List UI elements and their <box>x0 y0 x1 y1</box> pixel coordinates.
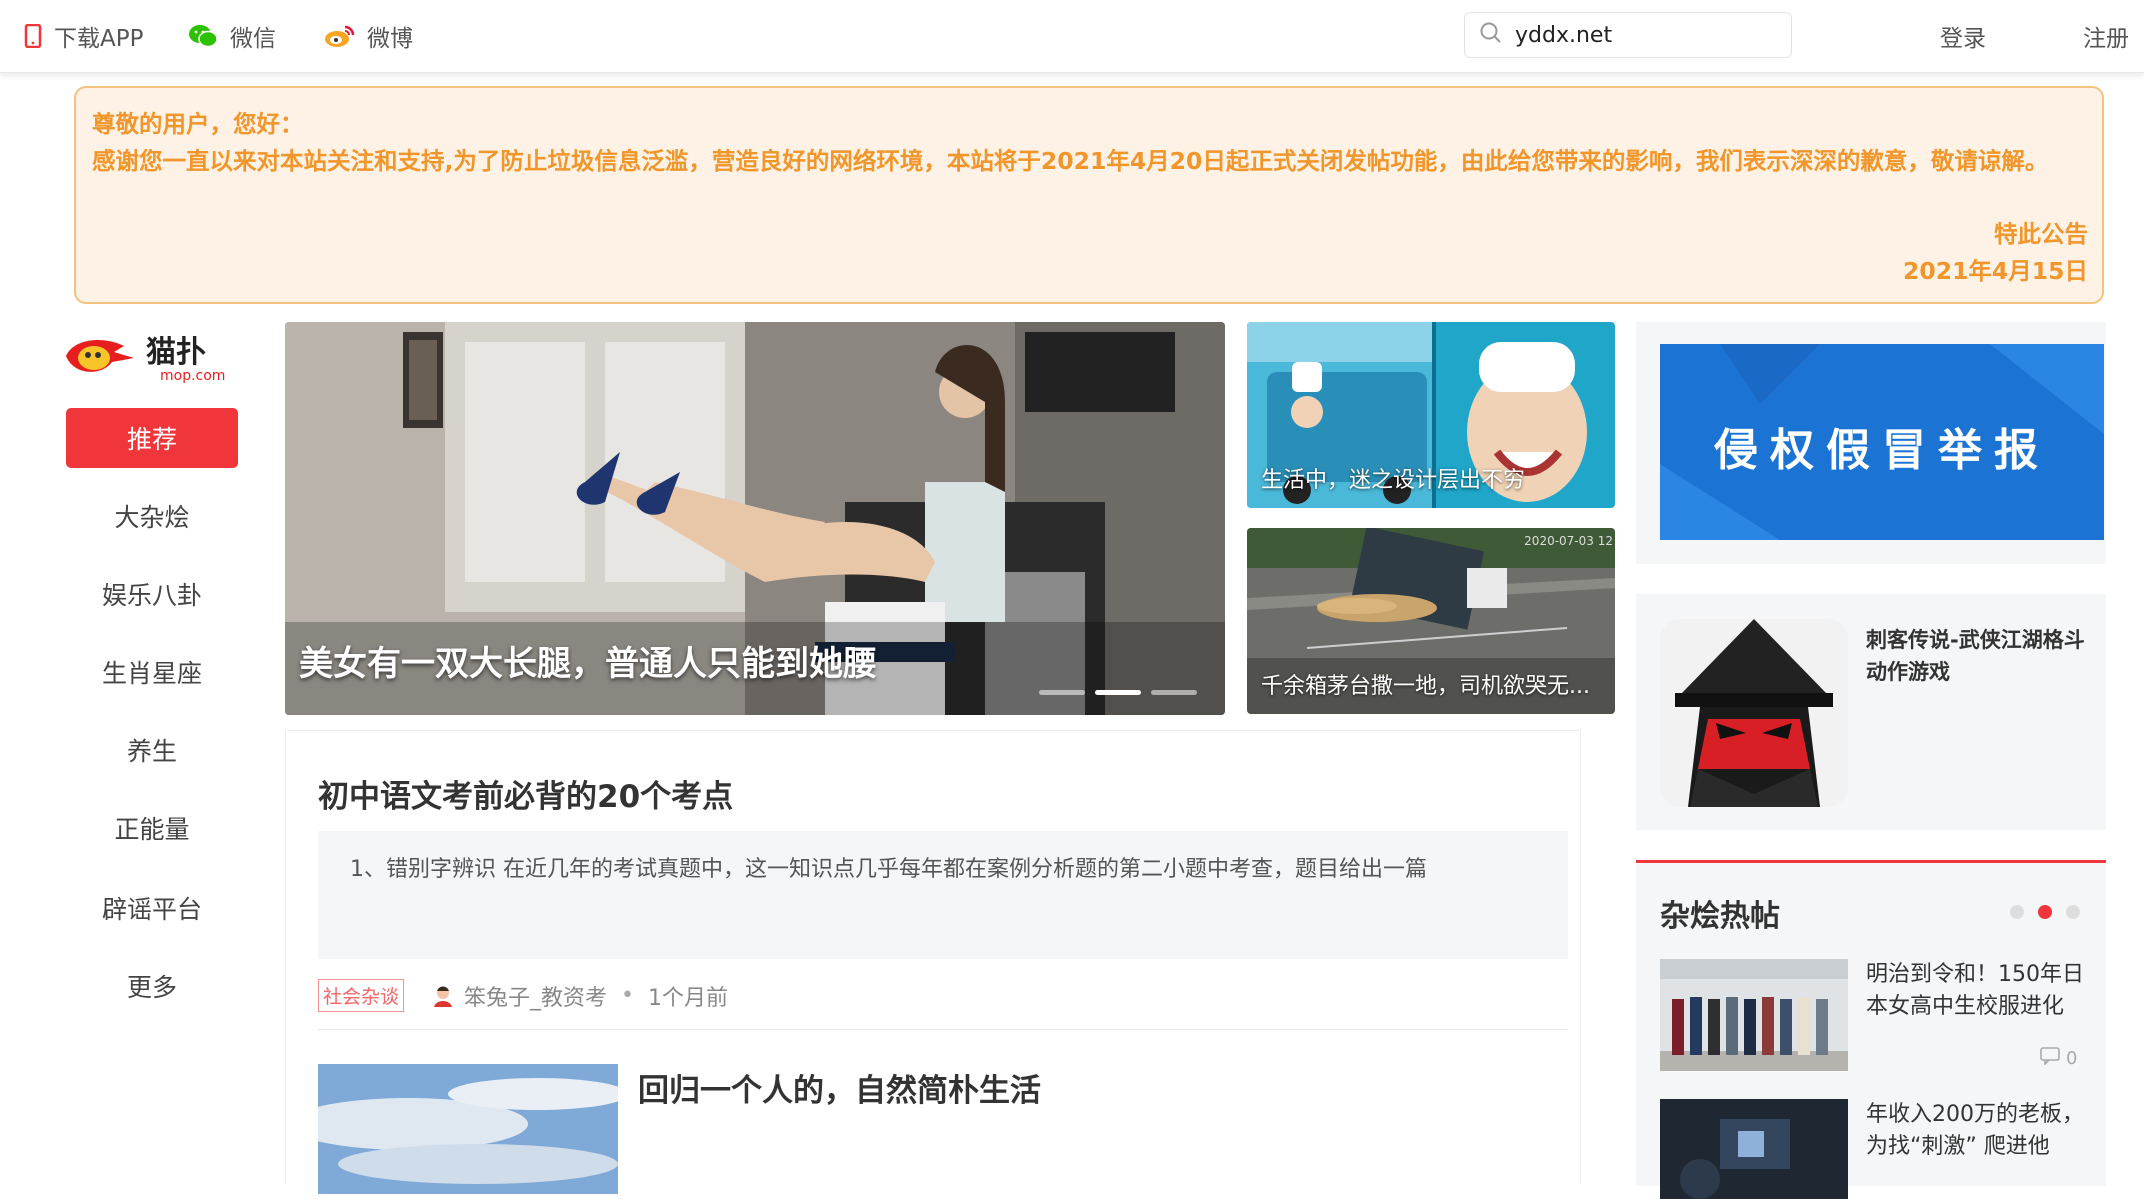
nav-item-health[interactable]: 养生 <box>66 720 238 780</box>
game-title: 刺客传说-武侠江湖格斗动作游戏 <box>1866 628 2085 684</box>
hot-item-image[interactable] <box>1660 959 1848 1071</box>
nav-item-recommend[interactable]: 推荐 <box>66 408 238 468</box>
hot-page-dot[interactable] <box>2010 905 2024 919</box>
article-title[interactable]: 回归一个人的，自然简朴生活 <box>638 1065 1041 1110</box>
logo-wordmark: 猫扑 <box>146 335 206 370</box>
login-link[interactable]: 登录 <box>1940 0 1986 72</box>
wechat-label: 微信 <box>230 26 276 52</box>
article-tag[interactable]: 社会杂谈 <box>318 979 405 1012</box>
feature-thumb-design[interactable]: 生活中，迷之设计层出不穷 <box>1247 322 1615 508</box>
hot-item-comments: 0 <box>2040 1047 2077 1070</box>
notice-body: 感谢您一直以来对本站关注和支持,为了防止垃圾信息泛滥，营造良好的网络环境，本站将… <box>92 147 2049 175</box>
hot-page-dot[interactable] <box>2066 905 2080 919</box>
feed-divider <box>318 1029 1568 1030</box>
nav-item-dazahui[interactable]: 大杂烩 <box>66 486 238 546</box>
notice-date: 2021年4月15日 <box>1903 257 2088 285</box>
feature-thumb-moutai[interactable]: 2020-07-03 12 千余箱茅台撒一地，司机欲哭无... <box>1247 528 1615 714</box>
hot-posts-panel: 杂烩热帖 明治到令和！150年日本女高中生校服进化 0 年收入200万的老板，为… <box>1636 860 2106 1199</box>
hot-item-image[interactable] <box>1660 1099 1848 1199</box>
logo-domain: mop.com <box>160 368 225 384</box>
carousel-dot[interactable] <box>1151 690 1197 695</box>
comment-icon <box>2040 1047 2060 1070</box>
notice-greeting: 尊敬的用户，您好： <box>92 110 304 138</box>
infringement-report-banner[interactable]: 侵权假冒举报 <box>1660 344 2104 540</box>
hot-page-dot-active[interactable] <box>2038 905 2052 919</box>
notice-signature: 特此公告 <box>1994 220 2088 248</box>
wechat-link[interactable]: 微信 <box>188 0 276 72</box>
hero-caption: 美女有一双大长腿，普通人只能到她腰 <box>299 644 877 684</box>
hero-pagination <box>1039 690 1197 695</box>
top-bar: 下载APP 微信 微博 yddx.net 登录 注册 <box>0 0 2144 73</box>
nav-item-zodiac[interactable]: 生肖星座 <box>66 642 238 702</box>
article-title[interactable]: 初中语文考前必背的20个考点 <box>318 771 733 816</box>
download-app-link[interactable]: 下载APP <box>24 0 143 72</box>
register-link[interactable]: 注册 <box>2083 0 2129 72</box>
nav-item-more[interactable]: 更多 <box>66 956 238 1016</box>
game-ad[interactable]: 刺客传说-武侠江湖格斗动作游戏 <box>1636 594 2106 830</box>
hot-posts-pagination <box>2010 905 2080 919</box>
article-meta: 社会杂谈 笨兔子_教资考 • 1个月前 <box>318 979 728 1012</box>
hot-item-title[interactable]: 明治到令和！150年日本女高中生校服进化 <box>1866 959 2086 1023</box>
wechat-icon <box>188 23 218 49</box>
search-value: yddx.net <box>1515 22 1613 48</box>
hot-posts-title: 杂烩热帖 <box>1660 899 1780 934</box>
search-icon <box>1479 21 1503 49</box>
carousel-dot[interactable] <box>1039 690 1085 695</box>
phone-icon <box>24 24 42 48</box>
download-app-label: 下载APP <box>54 26 144 52</box>
comment-count: 0 <box>2066 1048 2078 1069</box>
nav-item-positive-energy[interactable]: 正能量 <box>66 798 238 858</box>
thumb-caption-design: 生活中，迷之设计层出不穷 <box>1261 468 1526 493</box>
hot-item-title[interactable]: 年收入200万的老板，为找“刺激” 爬进他 <box>1866 1099 2086 1163</box>
search-input[interactable]: yddx.net <box>1464 12 1792 58</box>
report-banner-box: 侵权假冒举报 <box>1636 322 2106 564</box>
article-author[interactable]: 笨兔子_教资考 <box>464 980 607 1012</box>
weibo-icon <box>323 23 355 49</box>
article-thumbnail[interactable] <box>318 1064 618 1194</box>
notice-signature-block: 特此公告 2021年4月15日 <box>1903 216 2088 290</box>
hero-carousel[interactable]: 美女有一双大长腿，普通人只能到她腰 <box>285 322 1225 715</box>
mop-logo[interactable]: 猫扑 mop.com <box>64 328 240 384</box>
article-excerpt[interactable]: 1、错别字辨识 在近几年的考试真题中，这一知识点几乎每年都在案例分析题的第二小题… <box>318 831 1568 959</box>
thumb-timestamp: 2020-07-03 12 <box>1524 534 1613 548</box>
game-icon-image <box>1660 619 1848 807</box>
author-avatar[interactable] <box>430 983 456 1009</box>
weibo-link[interactable]: 微博 <box>323 0 413 72</box>
article-feed: 初中语文考前必背的20个考点 1、错别字辨识 在近几年的考试真题中，这一知识点几… <box>285 730 1581 1194</box>
article-time: 1个月前 <box>648 985 729 1011</box>
thumb-caption-moutai: 千余箱茅台撒一地，司机欲哭无... <box>1261 674 1590 699</box>
report-banner-text: 侵权假冒举报 <box>1714 425 2050 476</box>
nav-item-rumor-platform[interactable]: 辟谣平台 <box>66 878 238 938</box>
meta-separator: • <box>621 983 635 1008</box>
nav-item-entertainment[interactable]: 娱乐八卦 <box>66 564 238 624</box>
announcement-notice: 尊敬的用户，您好： 感谢您一直以来对本站关注和支持,为了防止垃圾信息泛滥，营造良… <box>74 86 2104 304</box>
carousel-dot-active[interactable] <box>1095 690 1141 695</box>
weibo-label: 微博 <box>367 26 413 52</box>
